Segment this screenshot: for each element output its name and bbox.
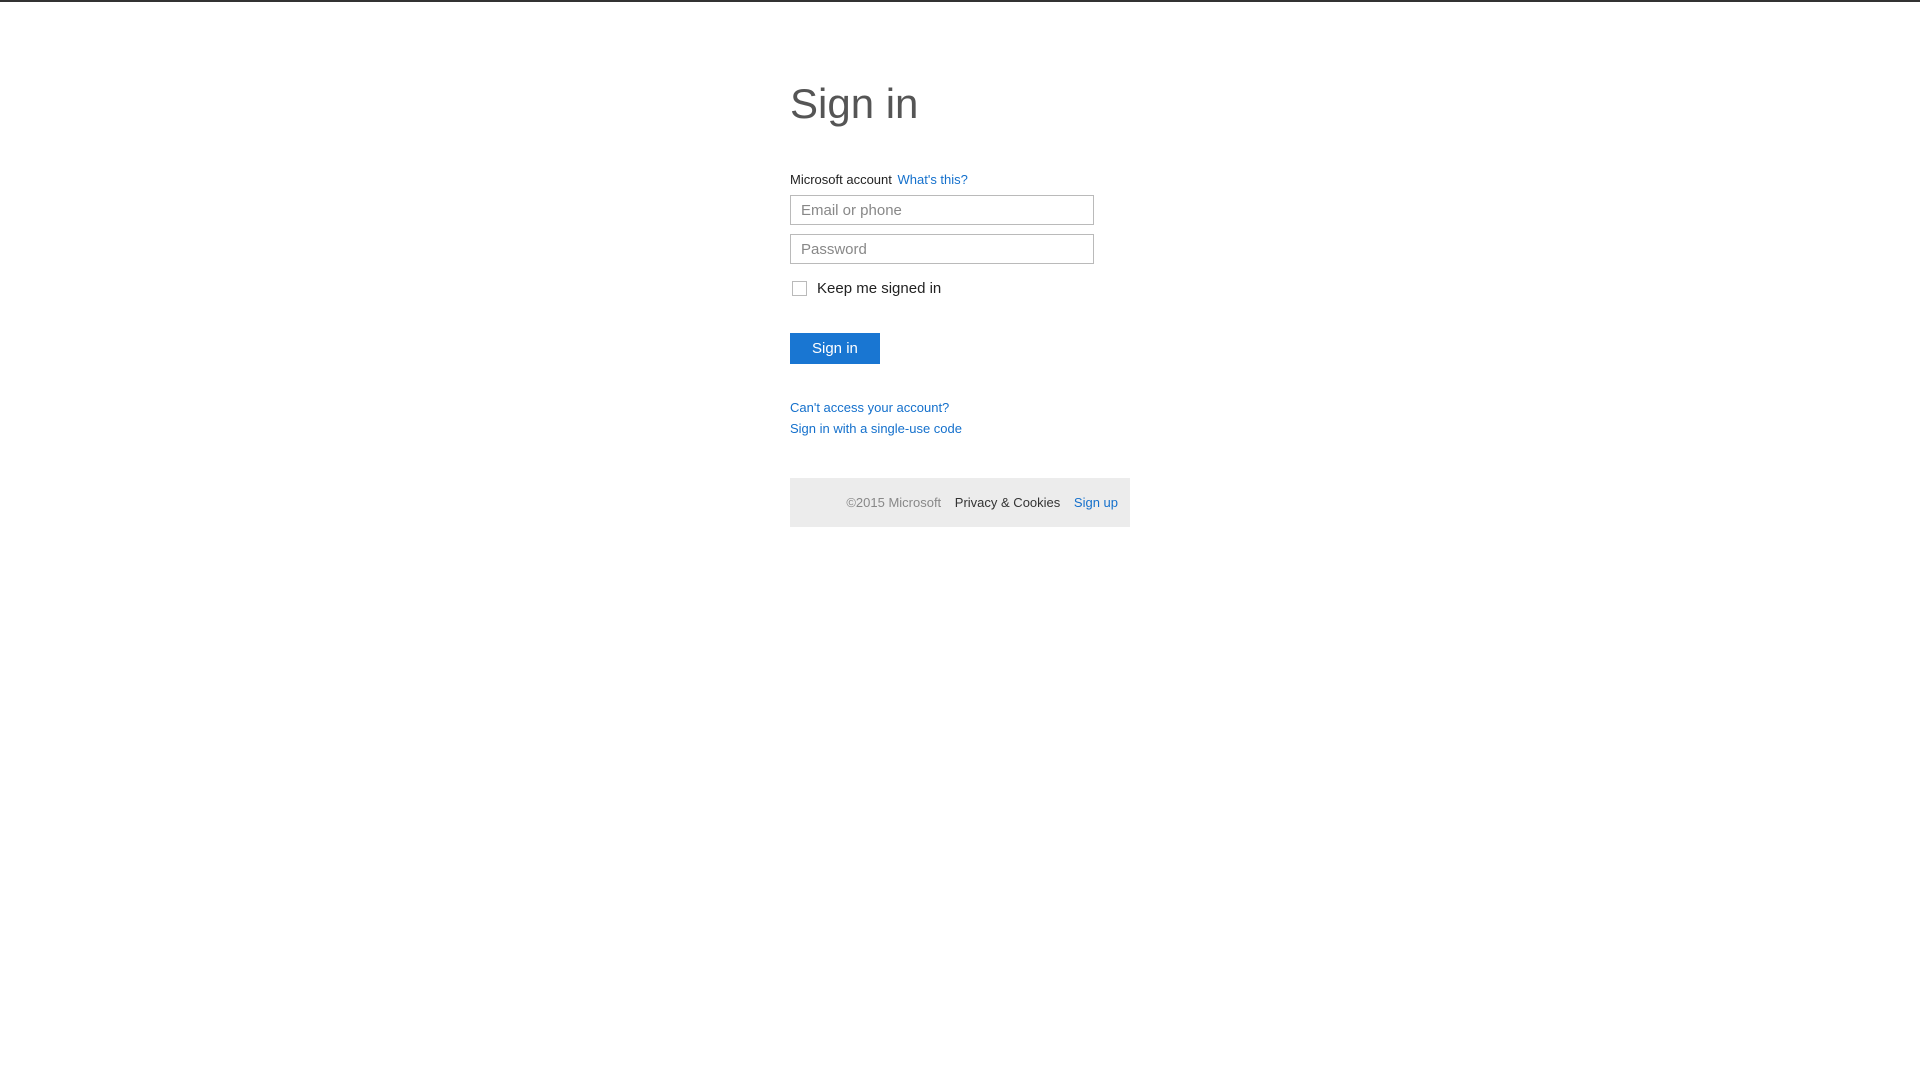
page-title: Sign in bbox=[790, 80, 1130, 128]
keep-signed-in-checkbox[interactable] bbox=[792, 281, 807, 296]
cant-access-link[interactable]: Can't access your account? bbox=[790, 400, 1130, 415]
password-field[interactable] bbox=[790, 234, 1094, 264]
keep-signed-in-label[interactable]: Keep me signed in bbox=[817, 280, 941, 297]
help-links-section: Can't access your account? Sign in with … bbox=[790, 400, 1130, 436]
email-field[interactable] bbox=[790, 195, 1094, 225]
signin-container: Sign in Microsoft account What's this? K… bbox=[790, 2, 1130, 436]
footer: ©2015 Microsoft Privacy & Cookies Sign u… bbox=[790, 478, 1130, 527]
signup-link[interactable]: Sign up bbox=[1074, 495, 1118, 510]
keep-signed-in-row: Keep me signed in bbox=[790, 280, 1130, 297]
account-label-row: Microsoft account What's this? bbox=[790, 172, 1130, 187]
privacy-cookies-link[interactable]: Privacy & Cookies bbox=[955, 495, 1060, 510]
account-label: Microsoft account bbox=[790, 172, 892, 187]
single-use-code-link[interactable]: Sign in with a single-use code bbox=[790, 421, 1130, 436]
signin-button[interactable]: Sign in bbox=[790, 333, 880, 364]
whats-this-link[interactable]: What's this? bbox=[898, 172, 968, 187]
footer-copyright: ©2015 Microsoft bbox=[846, 495, 941, 510]
